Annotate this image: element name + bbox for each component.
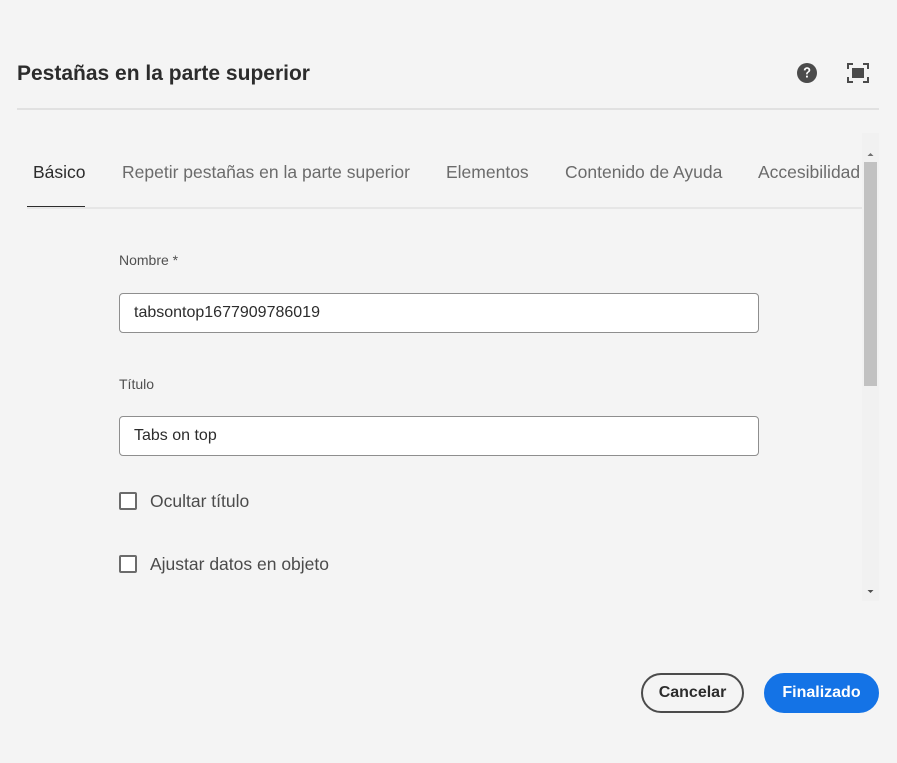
help-icon[interactable]	[796, 62, 818, 84]
tab-elementos[interactable]: Elementos	[446, 162, 529, 183]
scroll-down-arrow-icon[interactable]	[862, 585, 879, 597]
done-button[interactable]: Finalizado	[764, 673, 879, 713]
dialog-header: Pestañas en la parte superior	[17, 52, 879, 110]
tab-basico[interactable]: Básico	[33, 162, 86, 183]
scroll-up-arrow-icon[interactable]	[862, 147, 879, 159]
hide-title-label: Ocultar título	[150, 491, 250, 511]
wrap-data-label: Ajustar datos en objeto	[150, 554, 330, 574]
title-input[interactable]	[119, 416, 759, 456]
hide-title-checkbox[interactable]	[119, 492, 137, 510]
dialog: Pestañas en la parte superior Básico Rep…	[0, 0, 897, 763]
wrap-data-checkbox[interactable]	[119, 555, 137, 573]
fullscreen-icon[interactable]	[847, 63, 869, 83]
title-label: Título	[119, 376, 155, 392]
vertical-scrollbar[interactable]	[862, 133, 879, 601]
scrollbar-thumb[interactable]	[864, 162, 877, 386]
name-input[interactable]	[119, 293, 759, 333]
tab-repetir-pestanas[interactable]: Repetir pestañas en la parte superior	[122, 162, 410, 183]
tab-bar: Básico Repetir pestañas en la parte supe…	[27, 150, 863, 209]
name-label: Nombre *	[119, 252, 179, 268]
active-tab-indicator	[27, 206, 85, 207]
dialog-title: Pestañas en la parte superior	[17, 62, 310, 85]
cancel-button[interactable]: Cancelar	[641, 673, 744, 713]
tab-contenido-ayuda[interactable]: Contenido de Ayuda	[565, 162, 722, 183]
tab-accesibilidad[interactable]: Accesibilidad	[758, 162, 860, 183]
